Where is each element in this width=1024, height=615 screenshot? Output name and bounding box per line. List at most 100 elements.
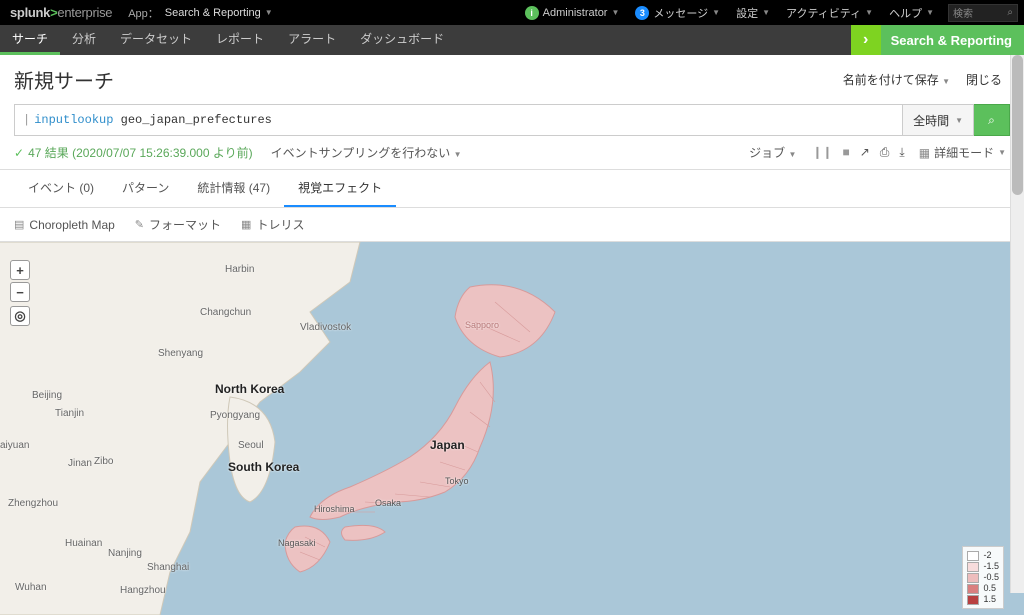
- tab-patterns[interactable]: パターン: [108, 170, 183, 207]
- trellis-icon: ▦: [241, 218, 251, 231]
- legend-row: 1.5: [967, 594, 999, 605]
- legend-swatch: [967, 573, 979, 583]
- caret-down-icon: ▼: [942, 77, 950, 86]
- caret-down-icon: ▼: [865, 8, 873, 17]
- spl-search-input[interactable]: | inputlookup geo_japan_prefectures: [14, 104, 903, 136]
- caret-down-icon: ▼: [998, 148, 1006, 157]
- tab-visualization[interactable]: 視覚エフェクト: [284, 170, 396, 207]
- result-count-text[interactable]: 47 結果 (2020/07/07 15:26:39.000 より前): [28, 144, 253, 161]
- activity-label: アクティビティ: [786, 5, 861, 21]
- spl-command: inputlookup: [34, 113, 113, 127]
- tab-statistics[interactable]: 統計情報 (47): [183, 170, 284, 207]
- tab-events[interactable]: イベント (0): [14, 170, 108, 207]
- viz-trellis-label: トレリス: [256, 216, 304, 233]
- viz-format-button[interactable]: ✎ フォーマット: [135, 216, 221, 233]
- help-label: ヘルプ: [889, 5, 922, 21]
- admin-menu[interactable]: i Administrator ▼: [517, 0, 628, 25]
- search-mode-dropdown[interactable]: ▦ 詳細モード ▼: [915, 144, 1010, 161]
- settings-label: 設定: [736, 5, 758, 21]
- pause-icon[interactable]: ❙❙: [812, 145, 832, 160]
- run-search-button[interactable]: ⌕: [974, 104, 1010, 136]
- choropleth-map[interactable]: + − ◎ Harbin Changchun Vladivostok Sheny…: [0, 242, 1024, 615]
- viz-type-picker[interactable]: ▤ Choropleth Map: [14, 216, 115, 233]
- save-as-label: 名前を付けて保存: [843, 73, 939, 87]
- messages-menu[interactable]: 3 メッセージ ▼: [627, 0, 728, 25]
- region-shikoku: [342, 525, 386, 540]
- nav-alert[interactable]: アラート: [276, 25, 348, 55]
- caret-down-icon: ▼: [712, 8, 720, 17]
- nav-search[interactable]: サーチ: [0, 25, 60, 55]
- legend-label: 1.5: [983, 594, 996, 605]
- search-icon: ⌕: [988, 113, 995, 128]
- app-selector[interactable]: Search & Reporting: [165, 7, 265, 19]
- nav-report[interactable]: レポート: [204, 25, 276, 55]
- share-icon[interactable]: ↗: [860, 145, 870, 160]
- nav-dashboard[interactable]: ダッシュボード: [348, 25, 456, 55]
- job-controls: ❙❙ ■ ↗ ⎙ ⤓: [802, 145, 914, 160]
- time-range-picker[interactable]: 全時間 ▼: [903, 104, 974, 136]
- caret-down-icon: ▼: [926, 8, 934, 17]
- map-legend: -2-1.5-0.50.51.5: [962, 546, 1004, 609]
- region-kyushu: [285, 526, 330, 572]
- map-icon: ▤: [14, 218, 24, 231]
- viz-trellis-button[interactable]: ▦ トレリス: [241, 216, 304, 233]
- job-menu[interactable]: ジョブ ▼: [743, 144, 802, 161]
- viz-format-label: フォーマット: [149, 216, 221, 233]
- help-menu[interactable]: ヘルプ ▼: [881, 0, 942, 25]
- settings-menu[interactable]: 設定 ▼: [728, 0, 778, 25]
- vertical-scrollbar[interactable]: [1010, 55, 1024, 593]
- sampling-label: イベントサンプリングを行わない: [271, 146, 451, 160]
- mode-label: 詳細モード: [934, 144, 994, 161]
- messages-label: メッセージ: [653, 5, 708, 21]
- top-menu-bar: splunk>enterprise App： Search & Reportin…: [0, 0, 1024, 25]
- viz-toolbar: ▤ Choropleth Map ✎ フォーマット ▦ トレリス: [0, 208, 1024, 242]
- close-button[interactable]: 閉じる: [958, 71, 1010, 88]
- chevron-right-icon: ›: [851, 25, 881, 55]
- legend-label: -1.5: [983, 561, 999, 572]
- page-title: 新規サーチ: [14, 65, 114, 94]
- job-status-bar: ✓ 47 結果 (2020/07/07 15:26:39.000 より前) イベ…: [0, 136, 1024, 169]
- info-icon: i: [525, 6, 539, 20]
- legend-label: -0.5: [983, 572, 999, 583]
- legend-row: -0.5: [967, 572, 999, 583]
- caret-down-icon: ▼: [955, 116, 963, 125]
- nav-dataset[interactable]: データセット: [108, 25, 204, 55]
- check-icon: ✓: [14, 146, 24, 160]
- nav-analysis[interactable]: 分析: [60, 25, 108, 55]
- spl-argument: geo_japan_prefectures: [121, 113, 272, 127]
- message-count-badge: 3: [635, 6, 649, 20]
- spl-pipe: |: [23, 113, 30, 127]
- legend-swatch: [967, 551, 979, 561]
- caret-down-icon: ▼: [265, 8, 273, 17]
- legend-row: -1.5: [967, 561, 999, 572]
- title-bar: 新規サーチ 名前を付けて保存 ▼ 閉じる: [0, 55, 1024, 104]
- caret-down-icon: ▼: [762, 8, 770, 17]
- caret-down-icon: ▼: [611, 8, 619, 17]
- admin-label: Administrator: [543, 7, 608, 19]
- export-icon[interactable]: ⤓: [899, 145, 904, 160]
- region-honshu: [310, 362, 493, 520]
- job-label: ジョブ: [749, 146, 785, 160]
- activity-menu[interactable]: アクティビティ ▼: [778, 0, 881, 25]
- logo[interactable]: splunk>enterprise: [0, 5, 122, 20]
- scrollbar-thumb[interactable]: [1012, 55, 1023, 195]
- zoom-out-button[interactable]: −: [10, 282, 30, 302]
- print-icon[interactable]: ⎙: [880, 145, 890, 160]
- logo-product: enterprise: [57, 5, 112, 20]
- global-search-input[interactable]: 検索 ⌕: [948, 4, 1018, 22]
- save-as-button[interactable]: 名前を付けて保存 ▼: [835, 71, 958, 88]
- search-placeholder: 検索: [953, 5, 973, 20]
- legend-swatch: [967, 584, 979, 594]
- locate-button[interactable]: ◎: [10, 306, 30, 326]
- stop-icon[interactable]: ■: [842, 145, 849, 160]
- search-bar: | inputlookup geo_japan_prefectures 全時間 …: [0, 104, 1024, 136]
- caret-down-icon: ▼: [788, 150, 796, 159]
- event-sampling-dropdown[interactable]: イベントサンプリングを行わない ▼: [271, 144, 462, 161]
- zoom-in-button[interactable]: +: [10, 260, 30, 280]
- app-badge[interactable]: › Search & Reporting: [851, 25, 1024, 55]
- search-icon: ⌕: [1007, 7, 1013, 18]
- landmass-korea: [228, 397, 276, 502]
- legend-swatch: [967, 595, 979, 605]
- caret-down-icon: ▼: [454, 150, 462, 159]
- legend-swatch: [967, 562, 979, 572]
